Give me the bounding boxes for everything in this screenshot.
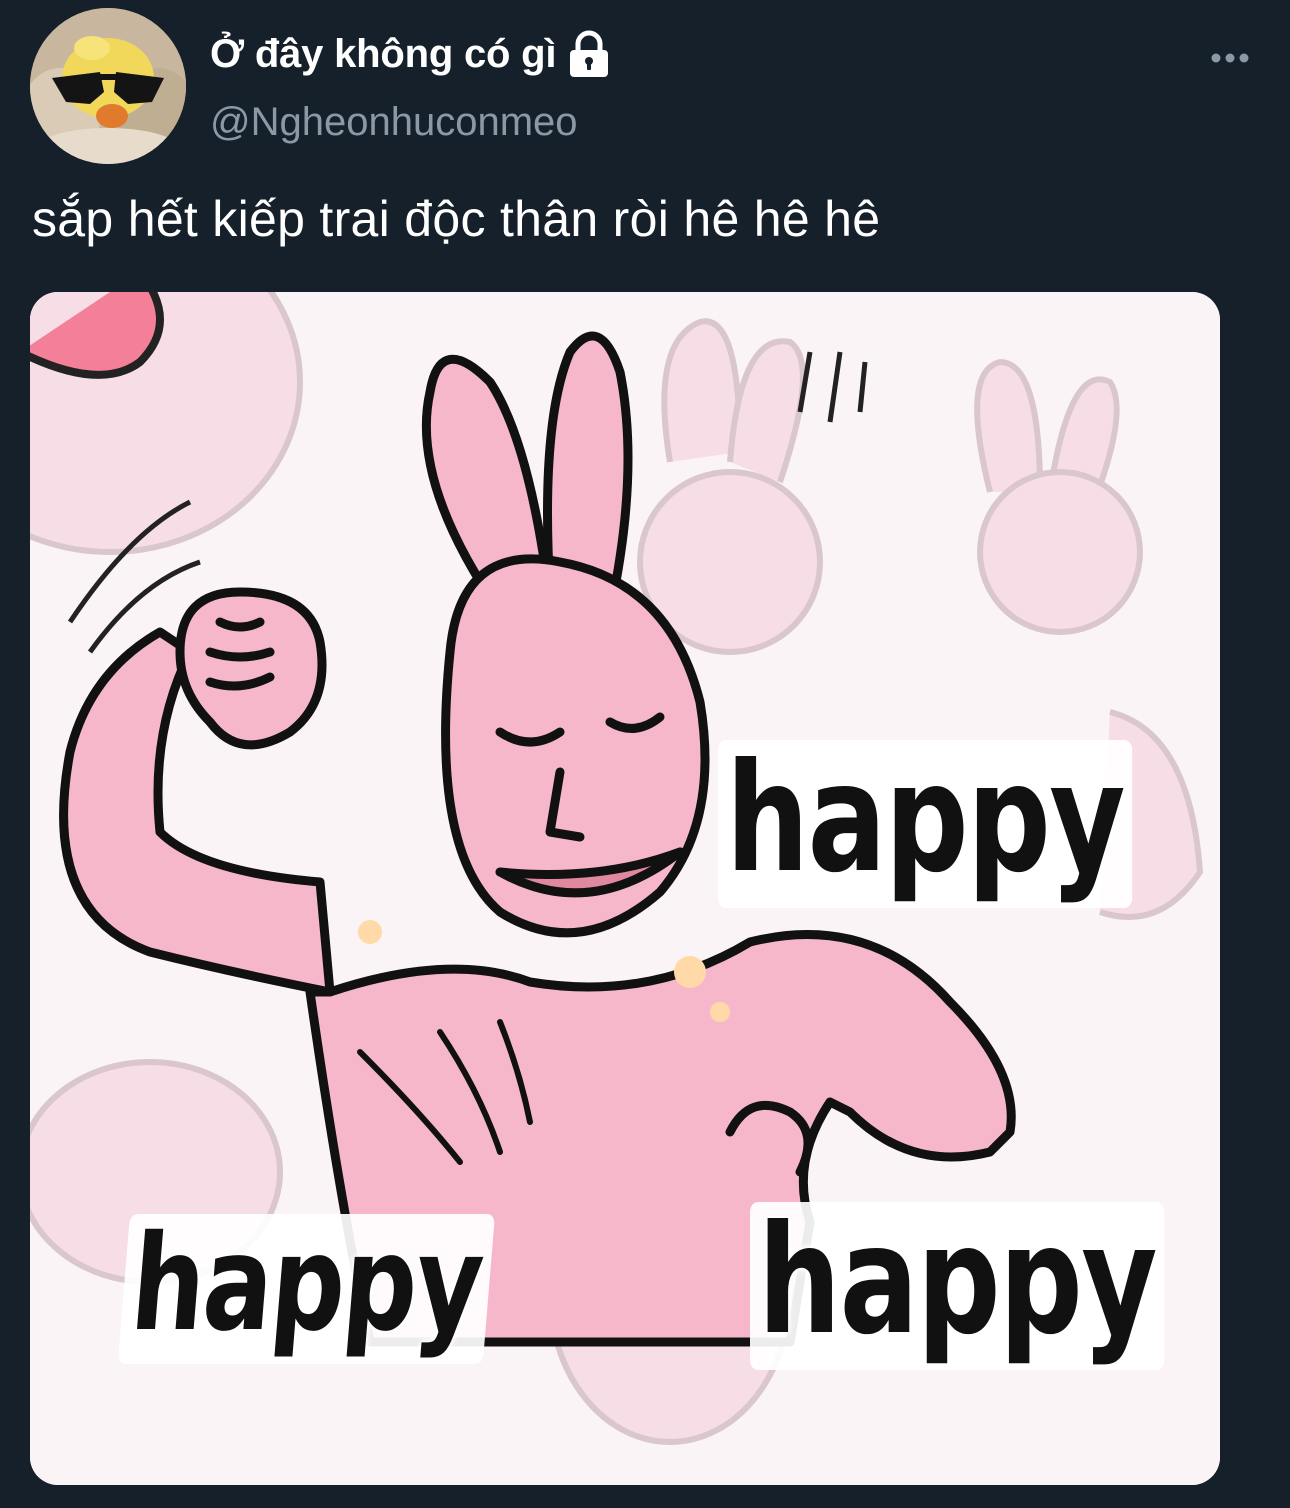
lock-icon — [566, 30, 612, 78]
more-horizontal-icon — [1211, 53, 1249, 63]
tweet-media-image[interactable]: happy happy happy — [30, 292, 1220, 1485]
more-options-button[interactable] — [1200, 40, 1260, 76]
caption-happy-3: happy — [750, 1202, 1164, 1370]
tweet-text: sắp hết kiếp trai độc thân ròi hê hê hê — [32, 191, 881, 247]
username[interactable]: @Ngheonhuconmeo — [210, 100, 578, 145]
caption-happy-2: happy — [117, 1207, 496, 1364]
duck-with-sunglasses-avatar-icon — [30, 8, 186, 164]
author-name-row: Ở đây không có gì — [210, 26, 612, 82]
caption-happy-1: happy — [718, 740, 1132, 908]
tweet: Ở đây không có gì @Ngheonhuconmeo sắp hế… — [0, 0, 1290, 1508]
display-name[interactable]: Ở đây không có gì — [210, 32, 557, 77]
avatar[interactable] — [30, 8, 186, 164]
